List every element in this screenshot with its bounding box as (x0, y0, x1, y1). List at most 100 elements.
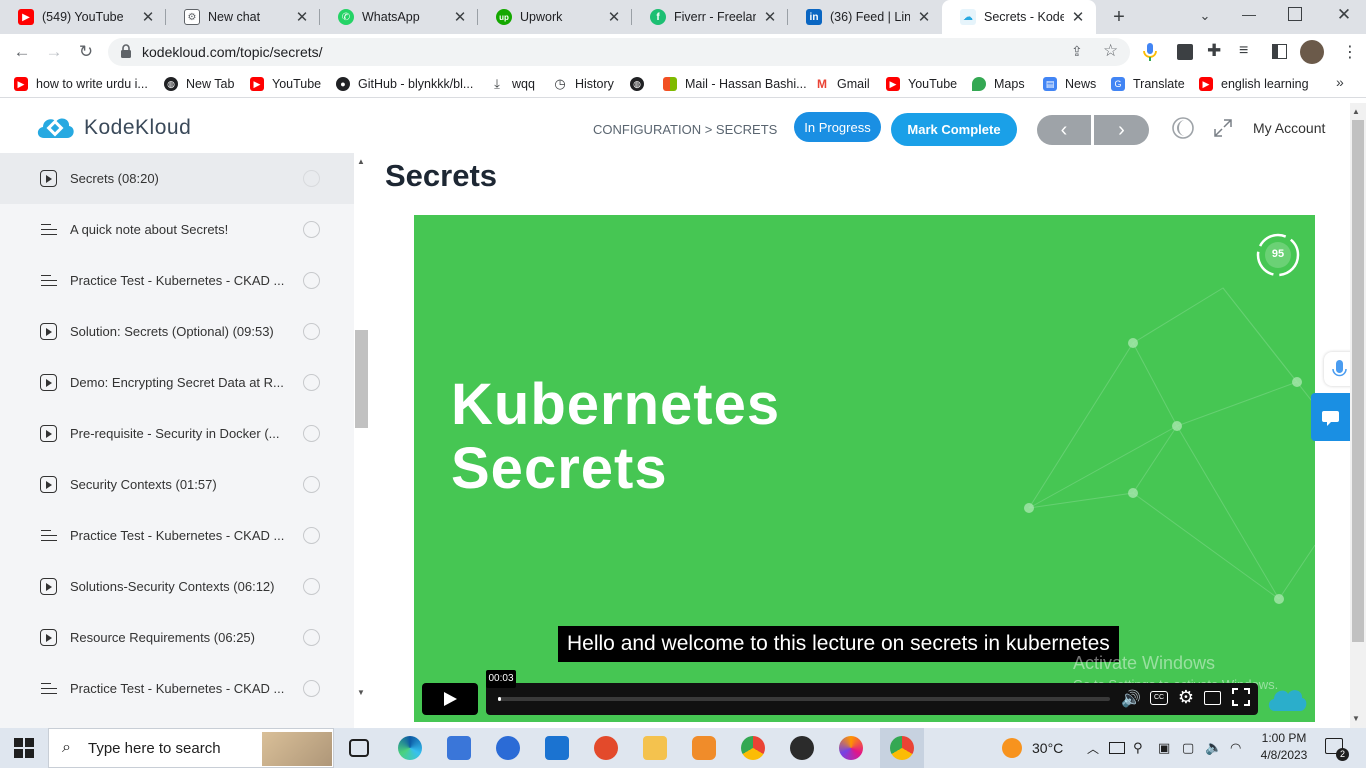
close-icon[interactable]: ✕ (452, 8, 468, 26)
chevron-up-icon[interactable]: ︿ (1087, 740, 1099, 757)
list-item[interactable]: Resource Requirements (06:25) (0, 612, 354, 663)
scroll-up-arrow-icon[interactable]: ▲ (357, 157, 365, 166)
file-explorer-icon[interactable] (643, 736, 667, 760)
completion-circle-icon[interactable] (303, 476, 320, 493)
completion-circle-icon[interactable] (303, 272, 320, 289)
volume-icon[interactable]: 🔊 (1121, 689, 1141, 709)
page-scroll-down-icon[interactable]: ▼ (1352, 714, 1360, 723)
brand-name[interactable]: KodeKloud (84, 116, 191, 140)
speaker-icon[interactable]: 🔈 (1205, 739, 1222, 756)
completion-circle-icon[interactable] (303, 527, 320, 544)
tab-whatsapp[interactable]: ✆ WhatsApp ✕ (320, 0, 478, 34)
bookmark-item[interactable]: M Gmail (815, 74, 870, 94)
close-icon[interactable]: ✕ (294, 8, 310, 26)
app-icon[interactable] (692, 736, 716, 760)
bookmark-item[interactable]: ◍ New Tab (164, 74, 234, 94)
bookmark-item[interactable]: ◷ History (553, 74, 614, 94)
firefox-icon[interactable] (839, 736, 863, 760)
bookmark-item[interactable]: ▶ YouTube (250, 74, 321, 94)
fullscreen-expand-icon[interactable] (1213, 118, 1233, 138)
clock-time[interactable]: 1:00 PM (1258, 731, 1310, 745)
play-button[interactable] (422, 683, 478, 715)
microphone-extension-icon[interactable] (1142, 42, 1158, 62)
my-account-link[interactable]: My Account (1253, 120, 1325, 136)
clock-date[interactable]: 4/8/2023 (1254, 748, 1314, 762)
side-panel-icon[interactable] (1272, 44, 1287, 59)
tab-secrets-kodekloud[interactable]: ☁ Secrets - KodeKl ✕ (942, 0, 1096, 34)
share-icon[interactable]: ⇪ (1071, 43, 1083, 60)
bookmark-item[interactable]: ▶ how to write urdu i... (14, 74, 148, 94)
tab-linkedin[interactable]: in (36) Feed | Linke ✕ (788, 0, 942, 34)
profile-avatar[interactable] (1300, 40, 1324, 64)
windows-start-icon[interactable] (14, 738, 34, 758)
chat-support-button[interactable] (1311, 393, 1350, 441)
tab-new-chat[interactable]: ⚙ New chat ✕ (166, 0, 320, 34)
lock-icon[interactable] (120, 44, 132, 58)
page-scroll-thumb[interactable] (1352, 120, 1364, 642)
display-icon[interactable]: ▢ (1182, 740, 1194, 756)
sidebar-scrollbar[interactable] (354, 153, 370, 728)
app-icon[interactable] (496, 736, 520, 760)
list-item[interactable]: Practice Test - Kubernetes - CKAD ... (0, 510, 354, 561)
bookmark-item[interactable]: ● GitHub - blynkkk/bl... (336, 74, 473, 94)
bookmark-star-icon[interactable]: ☆ (1103, 41, 1118, 61)
url-text[interactable]: kodekloud.com/topic/secrets/ (142, 44, 323, 60)
close-icon[interactable]: ✕ (916, 8, 932, 26)
microsoft-store-icon[interactable] (447, 736, 471, 760)
camera-app-icon[interactable] (790, 736, 814, 760)
bookmark-item[interactable]: ▶ english learning (1199, 74, 1309, 94)
tab-youtube[interactable]: ▶ (549) YouTube ✕ (0, 0, 166, 34)
list-item[interactable]: Demo: Encrypting Secret Data at R... (0, 357, 354, 408)
list-item[interactable]: Pre-requisite - Security in Docker (... (0, 408, 354, 459)
close-icon[interactable]: ✕ (606, 8, 622, 26)
bookmark-item[interactable]: G Translate (1111, 74, 1185, 94)
completion-circle-icon[interactable] (303, 170, 320, 187)
video-seek-bar[interactable] (498, 697, 1110, 701)
restore-icon[interactable] (1288, 7, 1302, 21)
video-fullscreen-icon[interactable] (1232, 688, 1250, 706)
reading-list-icon[interactable]: ≡ (1239, 42, 1248, 60)
completion-circle-icon[interactable] (303, 578, 320, 595)
list-item[interactable]: A quick note about Secrets! (0, 204, 354, 255)
bookmark-item[interactable]: Maps (972, 74, 1025, 94)
dark-mode-toggle-icon[interactable] (1171, 116, 1195, 140)
completion-circle-icon[interactable] (303, 680, 320, 697)
chrome-icon[interactable] (741, 736, 765, 760)
list-item[interactable]: Practice Test - Kubernetes - CKAD ... (0, 663, 354, 714)
weather-sun-icon[interactable] (1002, 738, 1022, 758)
list-item[interactable]: Solutions-Security Contexts (06:12) (0, 561, 354, 612)
battery-icon[interactable] (1109, 742, 1125, 754)
bookmark-item[interactable]: ▤ News (1043, 74, 1096, 94)
completion-circle-icon[interactable] (303, 323, 320, 340)
wifi-icon[interactable]: ◠ (1230, 740, 1241, 756)
network-share-icon[interactable]: ⚲ (1133, 740, 1143, 756)
in-progress-button[interactable]: In Progress (794, 112, 881, 142)
browser-menu-icon[interactable]: ⋮ (1342, 42, 1358, 62)
sidebar-scroll-thumb[interactable] (355, 330, 368, 428)
bookmark-item[interactable]: ⤓ wqq (490, 74, 535, 94)
close-icon[interactable]: ✕ (1070, 8, 1086, 26)
kodekloud-logo-icon[interactable] (34, 114, 76, 142)
minimize-icon[interactable]: — (1239, 6, 1259, 26)
device-icon[interactable]: ▣ (1158, 740, 1170, 756)
page-scroll-up-icon[interactable]: ▲ (1352, 107, 1360, 116)
more-bookmarks-icon[interactable]: » (1336, 74, 1344, 90)
mark-complete-button[interactable]: Mark Complete (891, 113, 1017, 146)
edge-browser-icon[interactable] (398, 736, 422, 760)
bookmark-item[interactable]: Mail - Hassan Bashi... (663, 74, 807, 94)
download-extension-icon[interactable] (1177, 44, 1193, 60)
reload-icon[interactable]: ↻ (76, 42, 96, 62)
picture-in-picture-icon[interactable] (1204, 691, 1221, 705)
video-player[interactable]: 95 Kubernetes Secrets Hello and welcome … (414, 215, 1315, 722)
list-item[interactable]: Practice Test - Kubernetes - CKAD ... (0, 255, 354, 306)
mail-icon[interactable] (545, 736, 569, 760)
chrome-icon[interactable] (890, 736, 914, 760)
weather-temperature[interactable]: 30°C (1032, 740, 1063, 756)
tab-fiverr[interactable]: f Fiverr - Freelance ✕ (632, 0, 788, 34)
back-icon[interactable]: ← (12, 42, 32, 62)
new-tab-icon[interactable]: + (1108, 6, 1130, 28)
completion-circle-icon[interactable] (303, 425, 320, 442)
close-icon[interactable]: ✕ (140, 8, 156, 26)
next-lesson-button[interactable]: › (1094, 115, 1149, 145)
completion-circle-icon[interactable] (303, 374, 320, 391)
